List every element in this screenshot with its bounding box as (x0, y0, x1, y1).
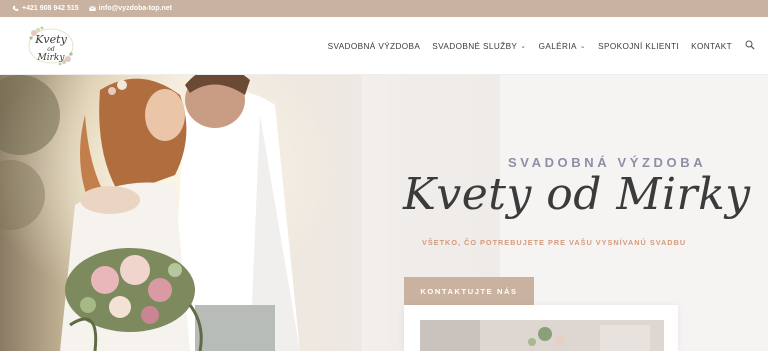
logo-text-mirky: Mirky (37, 53, 66, 63)
site-header: Kvety od Mirky SVADOBNÁ VÝZDOBA SVADOBNÉ… (0, 17, 768, 75)
email-contact[interactable]: info@vyzdoba-top.net (88, 5, 172, 12)
nav-item-spokojni-klienti[interactable]: SPOKOJNÍ KLIENTI (598, 42, 679, 51)
top-contact-bar: +421 908 942 515 info@vyzdoba-top.net (0, 0, 768, 17)
hero-wedding-photo (0, 75, 362, 351)
logo-text-od: od (47, 46, 55, 53)
search-icon[interactable] (745, 40, 755, 50)
phone-number: +421 908 942 515 (22, 5, 79, 12)
logo-text-kvety: Kvety (34, 33, 67, 46)
card-thumbnail-image (420, 320, 664, 351)
chevron-down-icon: ⌄ (579, 43, 587, 50)
nav-item-label: KONTAKT (691, 41, 732, 51)
envelope-icon (88, 6, 96, 11)
nav-item-kontakt[interactable]: KONTAKT (691, 42, 732, 51)
chevron-down-icon: ⌄ (520, 43, 527, 50)
nav-item-label: SVADOBNÁ VÝZDOBA (327, 41, 421, 51)
main-navigation: SVADOBNÁ VÝZDOBA SVADOBNÉ SLUŽBY ⌄ GALÉR… (328, 17, 732, 75)
nav-item-galeria[interactable]: GALÉRIA ⌄ (539, 42, 587, 51)
hero-image-card (404, 305, 678, 351)
contact-us-button[interactable]: KONTAKTUJTE NÁS (404, 277, 534, 305)
hero-tagline: VŠETKO, ČO POTREBUJETE PRE VAŠU VYSNÍVAN… (422, 238, 687, 247)
site-logo[interactable]: Kvety od Mirky (24, 23, 78, 69)
nav-item-label: SVADOBNÉ SLUŽBY (432, 41, 518, 51)
logo-wreath: Kvety od Mirky (28, 26, 74, 66)
nav-item-svadobne-sluzby[interactable]: SVADOBNÉ SLUŽBY ⌄ (432, 42, 526, 51)
phone-icon (12, 5, 19, 11)
nav-item-label: GALÉRIA (538, 41, 577, 51)
hero-section: SVADOBNÁ VÝZDOBA Kvety od Mirky VŠETKO, … (0, 75, 768, 351)
phone-contact[interactable]: +421 908 942 515 (12, 5, 79, 12)
nav-item-label: SPOKOJNÍ KLIENTI (598, 41, 680, 51)
hero-brand-title: Kvety od Mirky (403, 169, 751, 220)
email-address: info@vyzdoba-top.net (98, 5, 172, 12)
hero-subtitle: SVADOBNÁ VÝZDOBA (508, 155, 707, 170)
nav-item-svadobna-vyzdoba[interactable]: SVADOBNÁ VÝZDOBA (328, 42, 421, 51)
